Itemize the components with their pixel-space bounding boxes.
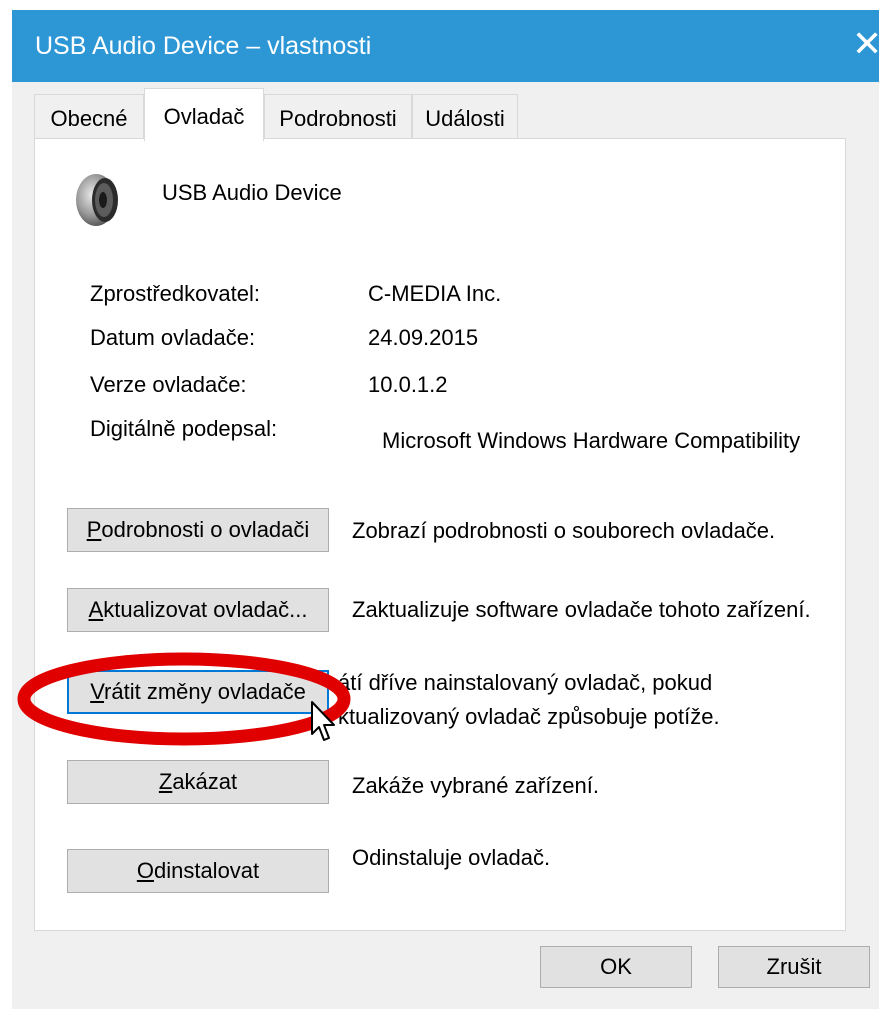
cancel-button-label: Zrušit [766, 954, 822, 979]
rollback-driver-button[interactable]: Vrátit změny ovladače [67, 670, 329, 714]
tab-events-label: Události [425, 106, 505, 131]
disable-device-button-accesskey: Z [158, 769, 173, 794]
driver-details-button[interactable]: Podrobnosti o ovladači [67, 508, 329, 552]
tab-general-label: Obecné [50, 106, 128, 131]
close-icon[interactable]: ✕ [852, 24, 879, 64]
disable-device-button-label: akázat [172, 769, 238, 794]
tab-driver[interactable]: Ovladač [144, 88, 264, 141]
provider-value: C-MEDIA Inc. [368, 281, 502, 306]
tab-general[interactable]: Obecné [34, 94, 144, 139]
ok-button-label: OK [600, 954, 632, 979]
rollback-driver-description-line2: ktualizovaný ovladač způsobuje potíže. [338, 704, 720, 729]
uninstall-driver-button[interactable]: Odinstalovat [67, 849, 329, 893]
tab-details[interactable]: Podrobnosti [264, 94, 412, 139]
driver-details-button-label: odrobnosti o ovladači [101, 517, 310, 542]
uninstall-driver-description: Odinstaluje ovladač. [352, 845, 551, 870]
update-driver-button[interactable]: Aktualizovat ovladač... [67, 588, 329, 632]
tab-events[interactable]: Události [412, 94, 518, 139]
ok-button[interactable]: OK [540, 946, 692, 988]
update-driver-description: Zaktualizuje software ovladače tohoto za… [352, 597, 811, 622]
driver-version-label: Verze ovladače: [90, 372, 247, 397]
driver-details-button-accesskey: P [86, 517, 102, 542]
digital-signer-label: Digitálně podepsal: [90, 416, 278, 441]
update-driver-button-accesskey: A [88, 597, 104, 622]
device-name: USB Audio Device [162, 180, 342, 205]
rollback-driver-button-accesskey: V [90, 679, 105, 704]
update-driver-button-label: ktualizovat ovladač... [103, 597, 308, 622]
driver-details-description: Zobrazí podrobnosti o souborech ovladače… [352, 518, 776, 543]
rollback-driver-button-label: rátit změny ovladače [104, 679, 306, 704]
disable-device-description: Zakáže vybrané zařízení. [352, 773, 600, 798]
provider-label: Zprostředkovatel: [90, 281, 260, 306]
driver-date-label: Datum ovladače: [90, 325, 256, 350]
speaker-icon [76, 174, 118, 226]
uninstall-driver-button-label: dinstalovat [153, 858, 260, 883]
driver-date-value: 24.09.2015 [368, 325, 479, 350]
tab-details-label: Podrobnosti [279, 106, 397, 131]
disable-device-button[interactable]: Zakázat [67, 760, 329, 804]
rollback-driver-description-line1: átí dříve nainstalovaný ovladač, pokud [338, 670, 713, 695]
digital-signer-value: Microsoft Windows Hardware Compatibility [382, 428, 801, 453]
tab-driver-label: Ovladač [163, 104, 245, 129]
cancel-button[interactable]: Zrušit [718, 946, 870, 988]
properties-dialog: USB Audio Device – vlastnosti ✕ Obecné O… [0, 0, 879, 1009]
window-title: USB Audio Device – vlastnosti [35, 32, 372, 60]
title-bar[interactable]: USB Audio Device – vlastnosti ✕ [12, 10, 879, 82]
uninstall-driver-button-accesskey: O [136, 858, 154, 883]
driver-version-value: 10.0.1.2 [368, 372, 448, 397]
